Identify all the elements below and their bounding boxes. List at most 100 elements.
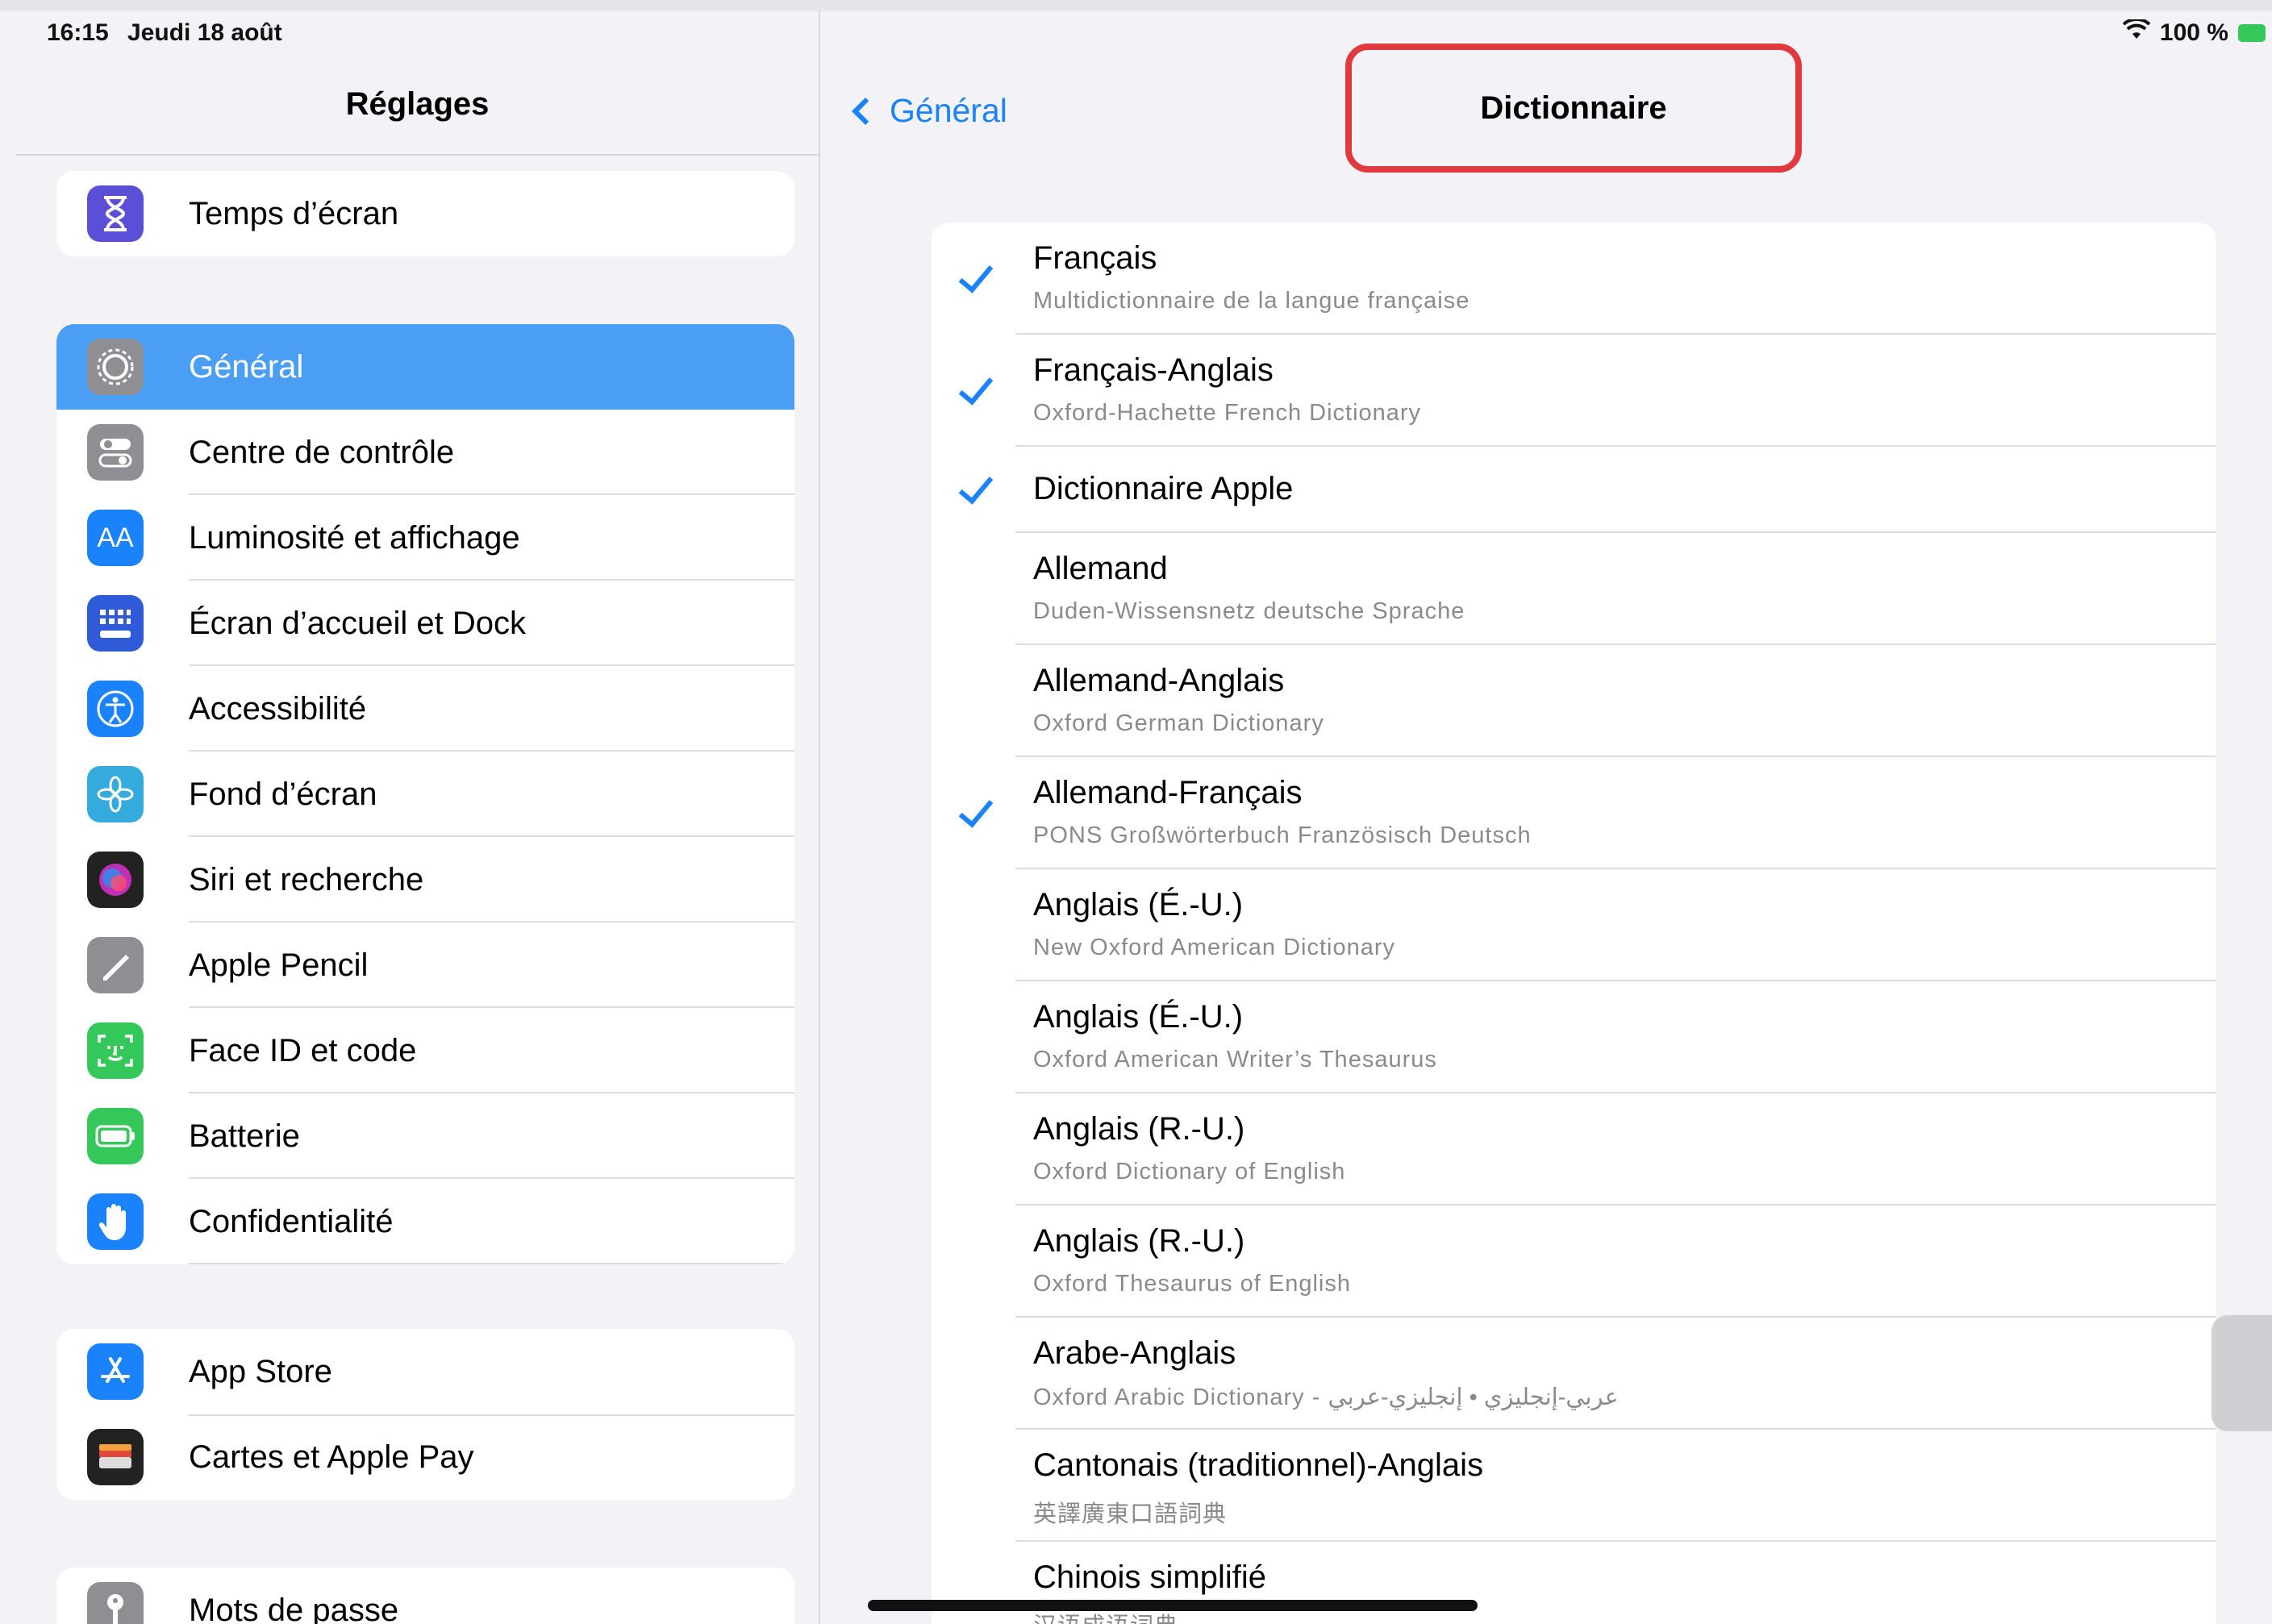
dictionary-subtitle: Oxford American Writer’s Thesaurus: [1033, 1047, 1437, 1072]
sidebar-item-display[interactable]: AA Luminosité et affichage: [56, 495, 794, 581]
dictionary-name: Allemand-Français: [1033, 775, 1303, 810]
sidebar-item-app-store[interactable]: App Store: [56, 1329, 794, 1414]
dictionary-name: Arabe-Anglais: [1033, 1335, 1236, 1371]
sidebar-item-wallpaper[interactable]: Fond d’écran: [56, 752, 794, 837]
sidebar-header-divider: [16, 154, 819, 156]
dictionary-row[interactable]: Anglais (É.-U.) Oxford American Writer’s…: [932, 981, 2216, 1093]
sidebar-item-privacy[interactable]: Confidentialité: [56, 1179, 794, 1264]
key-icon: [87, 1582, 144, 1624]
sidebar-item-battery[interactable]: Batterie: [56, 1093, 794, 1179]
back-button[interactable]: Général: [843, 92, 1007, 130]
sidebar-item-wallet[interactable]: Cartes et Apple Pay: [56, 1414, 794, 1500]
sidebar-title: Réglages: [345, 86, 490, 122]
row-divider: [189, 1414, 794, 1416]
home-indicator[interactable]: [868, 1600, 1478, 1611]
sidebar-item-siri[interactable]: Siri et recherche: [56, 837, 794, 922]
sidebar-item-label: Mots de passe: [189, 1593, 399, 1624]
dictionary-row[interactable]: Arabe-Anglais Oxford Arabic Dictionary -…: [932, 1318, 2216, 1430]
battery-percentage: 100 %: [2159, 19, 2228, 46]
sidebar-item-label: Général: [189, 349, 304, 385]
dictionary-name: Français-Anglais: [1033, 352, 1274, 388]
checkmark-icon: [958, 256, 994, 294]
app-store-icon: [87, 1343, 144, 1400]
sidebar-item-label: Centre de contrôle: [189, 435, 455, 470]
status-right: 100 %: [2122, 17, 2266, 47]
row-divider: [189, 1263, 794, 1264]
battery-status-icon: [2238, 24, 2266, 42]
dictionary-name: Cantonais (traditionnel)-Anglais: [1033, 1447, 1484, 1483]
toggles-icon: [87, 424, 144, 481]
dictionary-row[interactable]: Français-Anglais Oxford-Hachette French …: [932, 335, 2216, 447]
checkmark-icon: [958, 791, 994, 828]
ipad-screen: Réglages Temps d’écran Général Centre de…: [0, 11, 2272, 1624]
sidebar-item-label: Accessibilité: [189, 691, 367, 727]
dictionary-subtitle: Duden-Wissensnetz deutsche Sprache: [1033, 598, 1465, 624]
text-size-icon: AA: [87, 510, 144, 566]
dictionary-subtitle: Oxford Dictionary of English: [1033, 1159, 1346, 1185]
status-time: 16:15: [47, 19, 109, 46]
dictionary-name: Anglais (É.-U.): [1033, 887, 1244, 922]
page-title: Dictionnaire: [1345, 44, 1802, 173]
chevron-left-icon: [852, 97, 879, 125]
wallet-icon: [87, 1429, 144, 1485]
dictionary-row[interactable]: Cantonais (traditionnel)-Anglais 英譯廣東口語詞…: [932, 1430, 2216, 1542]
sidebar-group-general: Général Centre de contrôle AA Luminosité…: [56, 324, 794, 1264]
checkmark-icon: [958, 369, 994, 406]
sidebar-item-face-id[interactable]: Face ID et code: [56, 1008, 794, 1093]
dictionary-row[interactable]: Anglais (R.-U.) Oxford Dictionary of Eng…: [932, 1093, 2216, 1206]
sidebar-item-label: Siri et recherche: [189, 862, 424, 897]
sidebar-item-accessibility[interactable]: Accessibilité: [56, 666, 794, 752]
split-divider: [819, 11, 820, 1624]
status-date: Jeudi 18 août: [127, 19, 282, 46]
sidebar-item-label: App Store: [189, 1354, 332, 1389]
top-strip: [0, 0, 2272, 11]
dictionary-subtitle: Oxford Thesaurus of English: [1033, 1271, 1351, 1297]
dictionary-row[interactable]: Français Multidictionnaire de la langue …: [932, 223, 2216, 335]
sidebar-item-label: Luminosité et affichage: [189, 520, 520, 556]
dictionary-name: Chinois simplifié: [1033, 1559, 1266, 1595]
sidebar-item-apple-pencil[interactable]: Apple Pencil: [56, 922, 794, 1008]
sidebar-item-label: Batterie: [189, 1118, 300, 1154]
dictionary-row[interactable]: Allemand-Français PONS Großwörterbuch Fr…: [932, 757, 2216, 869]
siri-icon: [87, 852, 144, 908]
gear-icon: [87, 339, 144, 395]
accessibility-icon: [87, 681, 144, 737]
dictionary-name: Dictionnaire Apple: [1033, 471, 1294, 506]
dictionary-row[interactable]: Dictionnaire Apple: [932, 447, 2216, 533]
dictionary-row[interactable]: Anglais (É.-U.) New Oxford American Dict…: [932, 869, 2216, 981]
dictionary-name: Allemand-Anglais: [1033, 663, 1285, 698]
dictionary-subtitle: Oxford Arabic Dictionary - عربي-إنجليزي …: [1033, 1385, 1619, 1410]
dictionary-subtitle: 英譯廣東口語詞典: [1033, 1501, 1228, 1527]
dictionary-row[interactable]: Chinois simplifié 汉语成语词典: [932, 1542, 2216, 1624]
dictionary-name: Allemand: [1033, 551, 1168, 586]
sidebar-item-home-screen[interactable]: Écran d’accueil et Dock: [56, 581, 794, 666]
sidebar-item-control-center[interactable]: Centre de contrôle: [56, 410, 794, 495]
flower-icon: [87, 766, 144, 822]
sidebar-item-passwords[interactable]: Mots de passe: [56, 1568, 794, 1624]
dictionary-subtitle: New Oxford American Dictionary: [1033, 935, 1396, 960]
dictionary-subtitle: PONS Großwörterbuch Französisch Deutsch: [1033, 822, 1532, 848]
sidebar-item-screen-time[interactable]: Temps d’écran: [56, 171, 794, 256]
assistive-touch-handle[interactable]: [2212, 1315, 2272, 1431]
checkmark-icon: [958, 468, 994, 505]
hand-icon: [87, 1193, 144, 1250]
dictionary-row[interactable]: Anglais (R.-U.) Oxford Thesaurus of Engl…: [932, 1206, 2216, 1318]
dictionary-list: Français Multidictionnaire de la langue …: [932, 223, 2216, 1624]
back-button-label: Général: [890, 92, 1007, 129]
battery-icon: [87, 1108, 144, 1164]
dictionary-row[interactable]: Allemand-Anglais Oxford German Dictionar…: [932, 645, 2216, 757]
dictionary-subtitle: Oxford-Hachette French Dictionary: [1033, 400, 1422, 426]
sidebar-item-label: Cartes et Apple Pay: [189, 1439, 474, 1475]
sidebar-item-general[interactable]: Général: [56, 324, 794, 410]
sidebar-group-passwords: Mots de passe: [56, 1568, 794, 1624]
sidebar-item-label: Fond d’écran: [189, 777, 377, 812]
dictionary-subtitle: Oxford German Dictionary: [1033, 710, 1324, 736]
sidebar-item-label: Confidentialité: [189, 1204, 394, 1239]
sidebar-item-label: Écran d’accueil et Dock: [189, 606, 526, 641]
sidebar-group-screen-time: Temps d’écran: [56, 171, 794, 256]
hourglass-icon: [87, 185, 144, 242]
dictionary-row[interactable]: Allemand Duden-Wissensnetz deutsche Spra…: [932, 533, 2216, 645]
dictionary-name: Anglais (R.-U.): [1033, 1223, 1245, 1259]
dictionary-subtitle: Multidictionnaire de la langue française: [1033, 288, 1470, 314]
sidebar-item-label: Apple Pencil: [189, 947, 369, 983]
